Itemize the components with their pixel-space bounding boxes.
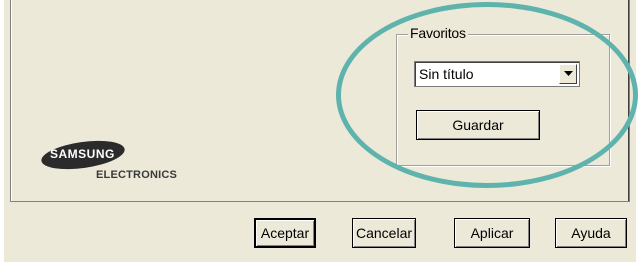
cancel-button[interactable]: Cancelar: [352, 218, 416, 248]
samsung-logo: SAMSUNG ELECTRONICS: [40, 140, 190, 200]
favorites-title: Favoritos: [408, 25, 468, 41]
save-button[interactable]: Guardar: [416, 110, 540, 140]
apply-button[interactable]: Aplicar: [454, 218, 530, 248]
favorites-select[interactable]: Sin título: [414, 61, 580, 87]
favorites-select-value: Sin título: [419, 66, 474, 82]
help-button[interactable]: Ayuda: [555, 218, 627, 248]
logo-brand-text: SAMSUNG: [50, 147, 115, 161]
favorites-group: [396, 34, 610, 166]
logo-subtitle-text: ELECTRONICS: [96, 169, 178, 181]
accept-button[interactable]: Aceptar: [254, 218, 316, 248]
chevron-down-icon[interactable]: [559, 64, 577, 84]
